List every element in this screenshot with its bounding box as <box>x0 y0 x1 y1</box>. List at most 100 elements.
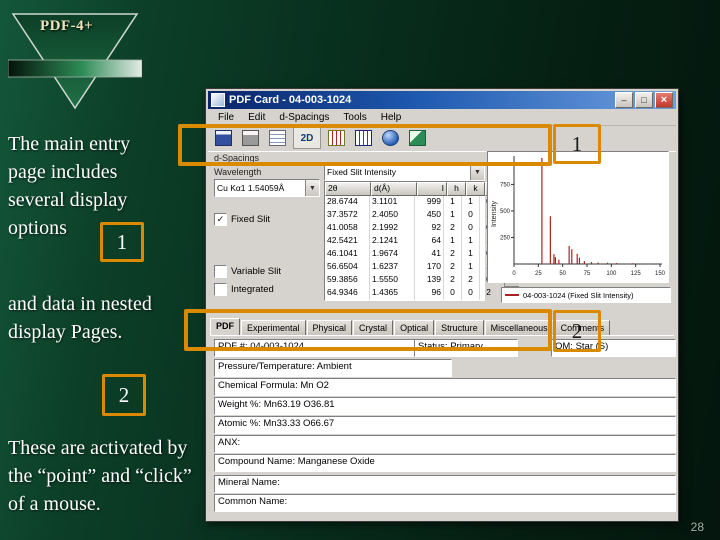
pressure-temperature-field[interactable]: Pressure/Temperature: Ambient <box>214 359 452 377</box>
table-cell: 1.6237 <box>370 261 415 274</box>
checkbox-label: Integrated <box>231 284 274 295</box>
callout-number-2-window-label: 2 <box>571 318 583 343</box>
callout-number-1-window-label: 1 <box>571 131 583 156</box>
svg-text:0: 0 <box>512 271 516 277</box>
svg-text:75: 75 <box>584 271 591 277</box>
table-cell: 1 <box>444 209 462 222</box>
table-body: 28.67443.110199911037.35722.405045010141… <box>325 196 504 300</box>
atomic-percent-field[interactable]: Atomic %: Mn33.33 O66.67 <box>214 416 676 434</box>
minimize-button[interactable]: – <box>615 92 633 108</box>
maximize-button[interactable]: □ <box>635 92 653 108</box>
svg-text:750: 750 <box>500 182 511 188</box>
weight-percent-field[interactable]: Weight %: Mn63.19 O36.81 <box>214 397 676 415</box>
slide: PDF-4+ The main entry page includes seve… <box>0 0 720 540</box>
chevron-down-icon[interactable]: ▼ <box>470 164 484 180</box>
chevron-down-icon[interactable]: ▼ <box>305 180 319 196</box>
menu-item-edit[interactable]: Edit <box>242 111 271 124</box>
highlight-rect-toolbar <box>178 124 552 166</box>
compound-name-field[interactable]: Compound Name: Manganese Oxide <box>214 454 676 472</box>
table-cell: 170 <box>415 261 444 274</box>
checkbox-icon: ✓ <box>214 213 227 226</box>
table-cell: 96 <box>415 287 444 300</box>
svg-text:25: 25 <box>535 271 542 277</box>
callout-number-1: 1 <box>100 222 144 262</box>
table-cell: 92 <box>415 222 444 235</box>
table-cell: 2 <box>444 274 462 287</box>
callout-number-2: 2 <box>102 374 146 416</box>
integrated-checkbox[interactable]: Integrated <box>214 283 274 296</box>
slide-text-3: These are activated by the “point” and “… <box>8 437 192 515</box>
svg-text:125: 125 <box>631 271 642 277</box>
pattern-chart: 250 500 750 0 25 50 75 100 125 150 Intensity <box>487 151 669 283</box>
svg-text:50: 50 <box>559 271 566 277</box>
pdf4-logo: PDF-4+ <box>7 8 143 114</box>
checkbox-icon <box>214 283 227 296</box>
table-cell: 2 <box>462 274 480 287</box>
table-cell: 1 <box>444 235 462 248</box>
table-cell: 1.4365 <box>370 287 415 300</box>
table-cell: 450 <box>415 209 444 222</box>
wavelength-value: Cu Kα1 1.54059Å <box>217 183 285 193</box>
table-cell: 2 <box>480 287 498 300</box>
table-cell: 1 <box>462 261 480 274</box>
table-header-row: 2θd(Å)Ihkl <box>325 182 504 196</box>
table-cell: 42.5421 <box>325 235 370 248</box>
highlight-rect-tabs <box>184 309 552 351</box>
table-row[interactable]: 64.9346 1.4365 96 0 0 2 <box>325 287 504 300</box>
table-cell: 28.6744 <box>325 196 370 209</box>
table-cell: 41.0058 <box>325 222 370 235</box>
table-row[interactable]: 46.10411.967441210 <box>325 248 504 261</box>
close-button[interactable]: × <box>655 92 673 108</box>
table-cell: 1 <box>462 248 480 261</box>
table-cell: 0 <box>462 209 480 222</box>
callout-number-2-window: 2 <box>553 310 601 352</box>
chemical-formula-field[interactable]: Chemical Formula: Mn O2 <box>214 378 676 396</box>
table-cell: 1 <box>462 196 480 209</box>
svg-text:Intensity: Intensity <box>491 200 498 227</box>
table-cell: 0 <box>444 287 462 300</box>
menu-item-d-spacings[interactable]: d-Spacings <box>273 111 335 124</box>
mineral-name-field[interactable]: Mineral Name: <box>214 475 676 493</box>
table-row[interactable]: 56.65041.6237170211 <box>325 261 504 274</box>
callout-number-1-window: 1 <box>553 124 601 164</box>
table-cell: 46.1041 <box>325 248 370 261</box>
table-row[interactable]: 41.00582.199292200 <box>325 222 504 235</box>
table-cell: 2.1992 <box>370 222 415 235</box>
svg-text:150: 150 <box>655 271 666 277</box>
table-cell: 59.3856 <box>325 274 370 287</box>
wavelength-select[interactable]: Cu Kα1 1.54059Å ▼ <box>214 179 320 197</box>
svg-text:250: 250 <box>500 235 511 241</box>
app-icon <box>211 93 225 107</box>
menu-item-help[interactable]: Help <box>375 111 408 124</box>
table-cell: 64 <box>415 235 444 248</box>
table-cell: 3.1101 <box>370 196 415 209</box>
table-row[interactable]: 37.35722.4050450101 <box>325 209 504 222</box>
table-cell: 0 <box>462 222 480 235</box>
table-cell: 2.4050 <box>370 209 415 222</box>
anx-field[interactable]: ANX: <box>214 435 676 453</box>
callout-number-2-label: 2 <box>118 382 130 407</box>
variable-slit-checkbox[interactable]: Variable Slit <box>214 265 281 278</box>
table-header-cell: k <box>466 182 485 196</box>
table-cell: 2.1241 <box>370 235 415 248</box>
table-header-cell: I <box>417 182 447 196</box>
common-name-field[interactable]: Common Name: <box>214 494 676 512</box>
intensity-mode-value: Fixed Slit Intensity <box>327 167 396 177</box>
menu-item-tools[interactable]: Tools <box>337 111 372 124</box>
table-cell: 139 <box>415 274 444 287</box>
table-row[interactable]: 59.38561.5550139220 <box>325 274 504 287</box>
pattern-chart-svg: 250 500 750 0 25 50 75 100 125 150 Intensity <box>491 156 666 277</box>
logo-text: PDF-4+ <box>40 18 94 34</box>
page-number: 28 <box>690 520 704 534</box>
table-header-cell: d(Å) <box>371 182 417 196</box>
table-header-cell: h <box>447 182 466 196</box>
table-cell: 37.3572 <box>325 209 370 222</box>
title-bar[interactable]: PDF Card - 04-003-1024 – □ × <box>208 91 676 109</box>
svg-text:100: 100 <box>606 271 617 277</box>
table-row[interactable]: 28.67443.1101999110 <box>325 196 504 209</box>
table-row[interactable]: 42.54212.124164111 <box>325 235 504 248</box>
fixed-slit-checkbox[interactable]: ✓ Fixed Slit <box>214 213 270 226</box>
table-header-cell: 2θ <box>325 182 371 196</box>
menu-item-file[interactable]: File <box>212 111 240 124</box>
table-cell: 0 <box>462 287 480 300</box>
